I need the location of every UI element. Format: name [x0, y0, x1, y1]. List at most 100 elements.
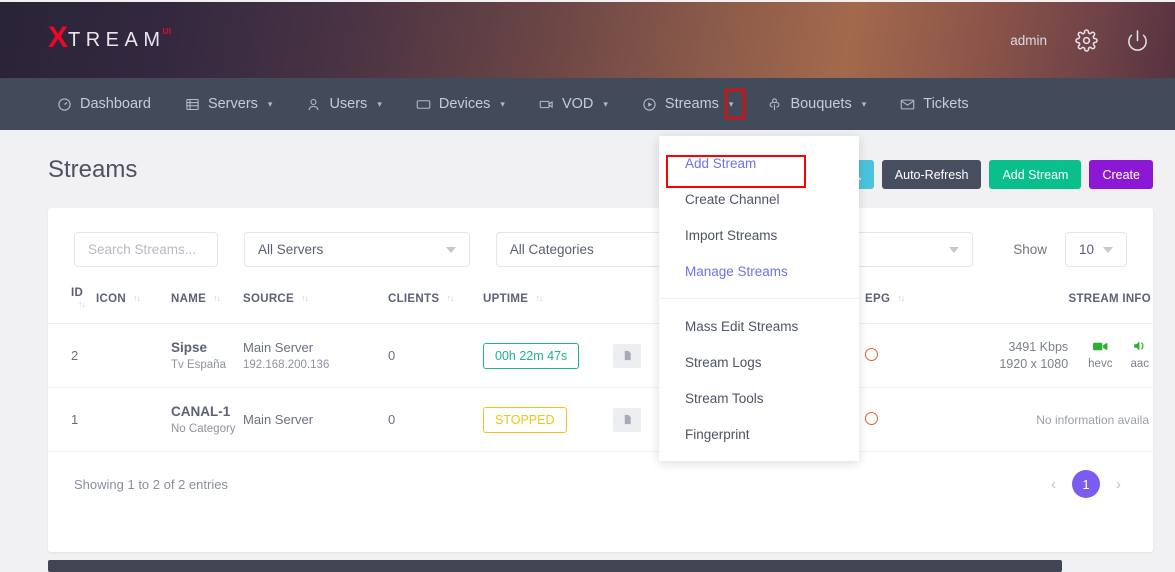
col-epg[interactable]: EPG ↑↓ — [865, 267, 930, 324]
menu-item-import-streams[interactable]: Import Streams — [659, 217, 859, 253]
nav-label: Dashboard — [80, 96, 151, 112]
document-icon[interactable] — [613, 407, 641, 432]
admin-username[interactable]: admin — [1010, 33, 1047, 48]
video-codec-group: hevc — [1088, 340, 1112, 370]
gear-icon[interactable] — [1075, 28, 1098, 52]
col-icon[interactable]: ICON ↑↓ — [96, 267, 171, 324]
cell-clients: 0 — [388, 387, 483, 452]
table-row[interactable]: 2 Sipse Tv España Main Server 192.168.20… — [48, 323, 1153, 388]
pagination-prev[interactable]: ‹ — [1045, 473, 1062, 495]
audio-codec-label: aac — [1130, 358, 1149, 370]
col-name[interactable]: NAME ↑↓ — [171, 267, 243, 324]
nav-item-vod[interactable]: VOD ▾ — [522, 78, 625, 130]
sort-icon: ↑↓ — [897, 293, 905, 303]
page-size-value: 10 — [1078, 242, 1095, 257]
nav-label: Servers — [207, 96, 258, 112]
nav-item-dashboard[interactable]: Dashboard — [40, 78, 168, 130]
stream-name: Sipse — [171, 340, 208, 355]
sort-icon: ↑↓ — [301, 293, 309, 303]
menu-item-fingerprint[interactable]: Fingerprint — [659, 416, 859, 452]
cell-source: Main Server 192.168.200.136 — [243, 323, 388, 388]
nav-label: VOD — [561, 96, 594, 112]
nav-item-devices[interactable]: Devices ▾ — [399, 78, 522, 130]
sort-icon: ↑↓ — [213, 293, 221, 303]
col-id[interactable]: ID↑↓ — [48, 267, 96, 324]
nav-item-bouquets[interactable]: Bouquets ▾ — [750, 78, 883, 130]
device-icon — [416, 97, 431, 112]
cell-clients: 0 — [388, 323, 483, 388]
cell-source: Main Server — [243, 387, 388, 452]
chevron-down-icon — [1102, 246, 1113, 253]
circle-icon — [865, 347, 878, 361]
nav-item-streams[interactable]: Streams ▾ — [625, 78, 751, 130]
source-server: Main Server — [243, 340, 314, 355]
add-stream-button[interactable]: Add Stream — [989, 160, 1082, 189]
cell-epg — [865, 323, 930, 388]
streams-dropdown-menu: Add Stream Create Channel Import Streams… — [659, 136, 859, 461]
pagination-next[interactable]: › — [1110, 473, 1127, 495]
video-camera-icon — [1088, 340, 1112, 355]
stream-resolution: 1920 x 1080 — [999, 357, 1069, 371]
document-icon[interactable] — [613, 343, 641, 368]
pagination-page-1[interactable]: 1 — [1072, 470, 1100, 498]
stream-bitrate: 3491 Kbps — [1008, 340, 1069, 354]
cell-stream-info: 3491 Kbps 1920 x 1080 hevc aac — [930, 323, 1153, 388]
servers-select[interactable]: All Servers — [243, 232, 470, 267]
stream-category: Tv España — [171, 359, 226, 371]
play-circle-icon — [642, 97, 657, 112]
envelope-icon — [900, 97, 915, 112]
chevron-down-icon: ▾ — [861, 98, 867, 109]
chevron-down-icon: ▾ — [267, 98, 273, 109]
table-footer: Showing 1 to 2 of 2 entries ‹ 1 › — [48, 452, 1153, 498]
menu-item-create-channel[interactable]: Create Channel — [659, 181, 859, 217]
entries-summary: Showing 1 to 2 of 2 entries — [74, 476, 228, 492]
audio-codec-group: aac — [1130, 340, 1149, 370]
top-brand-bar: X TREAM UI admin — [0, 2, 1175, 78]
menu-item-add-stream[interactable]: Add Stream — [659, 145, 859, 181]
col-clients[interactable]: CLIENTS ↑↓ — [388, 267, 483, 324]
menu-highlight-wrapper: Add Stream — [659, 145, 859, 188]
video-codec-label: hevc — [1088, 358, 1113, 370]
streams-card: Search Streams... All Servers All Catego… — [48, 208, 1153, 552]
nav-label: Bouquets — [790, 96, 852, 112]
table-row[interactable]: 1 CANAL-1 No Category Main Server 0 STOP… — [48, 387, 1153, 452]
nav-item-servers[interactable]: Servers ▾ — [168, 78, 290, 130]
source-server: Main Server — [243, 412, 314, 427]
menu-item-manage-streams[interactable]: Manage Streams — [659, 253, 859, 289]
uptime-badge: STOPPED — [483, 406, 567, 433]
top-right-controls: admin — [1010, 28, 1149, 52]
dashboard-icon — [57, 97, 72, 112]
page-title: Streams — [48, 156, 138, 183]
nav-label: Tickets — [923, 96, 969, 112]
menu-item-stream-tools[interactable]: Stream Tools — [659, 380, 859, 416]
cell-name: Sipse Tv España — [171, 323, 243, 388]
page-size-control: Show 10 — [1013, 232, 1127, 267]
auto-refresh-button[interactable]: Auto-Refresh — [881, 160, 982, 189]
cell-epg — [865, 387, 930, 452]
search-input[interactable]: Search Streams... — [74, 232, 218, 267]
menu-item-stream-logs[interactable]: Stream Logs — [659, 344, 859, 380]
horizontal-scrollbar[interactable] — [48, 560, 1062, 572]
page-size-select[interactable]: 10 — [1064, 232, 1127, 267]
logo[interactable]: X TREAM UI — [48, 21, 172, 55]
col-source[interactable]: SOURCE ↑↓ — [243, 267, 388, 324]
speaker-icon — [1130, 340, 1149, 355]
sort-icon: ↑↓ — [535, 293, 543, 303]
col-uptime[interactable]: UPTIME ↑↓ — [483, 267, 613, 324]
server-icon — [185, 97, 200, 112]
menu-item-mass-edit-streams[interactable]: Mass Edit Streams — [659, 308, 859, 344]
nav-label: Devices — [438, 96, 491, 112]
nav-item-tickets[interactable]: Tickets — [883, 78, 985, 130]
power-icon[interactable] — [1126, 29, 1149, 52]
user-icon — [306, 97, 321, 112]
sort-icon: ↑↓ — [78, 299, 86, 309]
source-ip: 192.168.200.136 — [243, 359, 330, 371]
video-icon — [539, 97, 554, 112]
logo-x: X — [48, 21, 69, 54]
chevron-down-icon: ▾ — [603, 98, 608, 109]
create-button[interactable]: Create — [1089, 160, 1153, 189]
nav-item-users[interactable]: Users ▾ — [289, 78, 398, 130]
logo-superscript: UI — [162, 27, 172, 36]
nav-label: Users — [329, 96, 368, 112]
main-navigation: Dashboard Servers ▾ Users ▾ Devices ▾ VO… — [0, 78, 1175, 130]
